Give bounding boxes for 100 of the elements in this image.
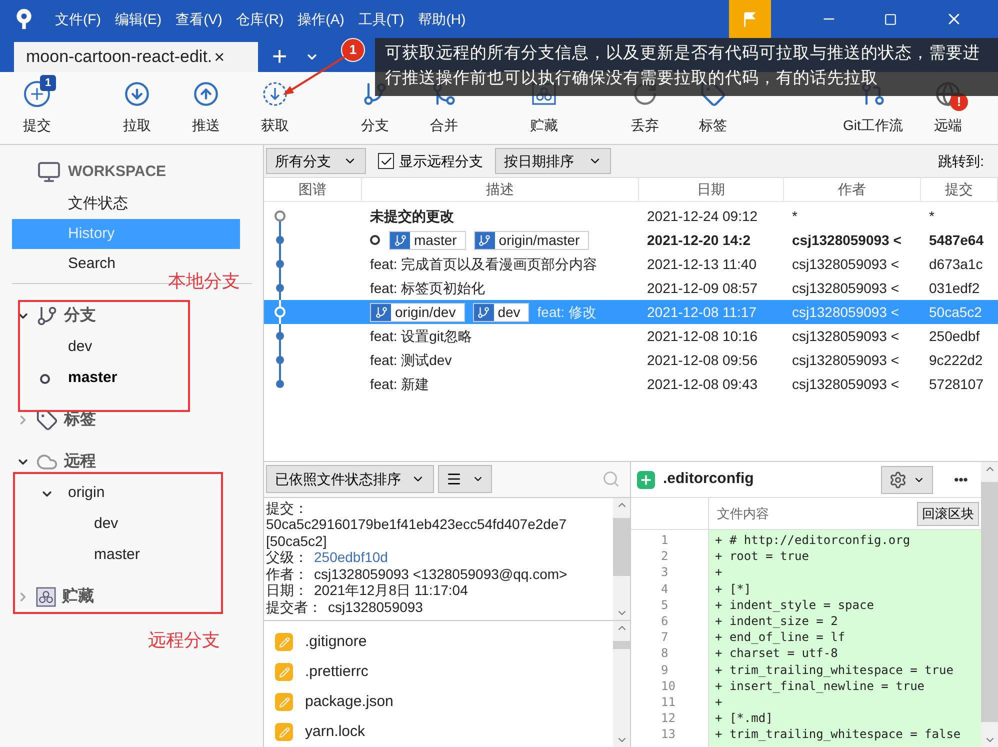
tab-close[interactable]: × bbox=[214, 44, 225, 70]
remote-branch-item[interactable]: dev bbox=[94, 513, 118, 536]
settings-dropdown[interactable] bbox=[881, 466, 933, 494]
show-remote-checkbox[interactable]: 显示远程分支 bbox=[378, 150, 483, 172]
menu-item[interactable]: 工具(T) bbox=[358, 8, 404, 30]
commit-author: csj1328059093 < bbox=[791, 374, 900, 394]
repo-tab[interactable]: moon-cartoon-react-edit.× bbox=[14, 42, 258, 72]
branch-icon bbox=[374, 306, 388, 318]
detail-label: 父级： bbox=[266, 549, 308, 566]
jump-to-label: 跳转到: bbox=[938, 152, 984, 170]
commit-date: 2021-12-08 09:56 bbox=[646, 350, 759, 370]
file-item[interactable]: yarn.lock bbox=[305, 720, 366, 744]
tag-icon bbox=[36, 409, 58, 431]
commit-author: csj1328059093 < bbox=[791, 326, 900, 346]
file-item[interactable]: package.json bbox=[305, 690, 394, 714]
column-header[interactable]: 图谱 bbox=[264, 178, 362, 201]
more-button[interactable]: ••• bbox=[941, 470, 981, 490]
tab-title: moon-cartoon-react-edit. bbox=[26, 46, 212, 68]
scrollbar-thumb[interactable] bbox=[613, 518, 630, 576]
menu-item[interactable]: 编辑(E) bbox=[114, 8, 162, 30]
branch-label: master bbox=[389, 230, 466, 250]
toolbar-button[interactable]: 提交 bbox=[23, 114, 51, 136]
maximize-icon[interactable] bbox=[884, 12, 897, 26]
section-heading[interactable]: 贮藏 bbox=[62, 585, 94, 609]
file-item[interactable]: .gitignore bbox=[305, 630, 367, 654]
column-header[interactable]: 描述 bbox=[362, 178, 639, 201]
count-badge: 1 bbox=[40, 74, 56, 91]
line-number: 3 bbox=[660, 564, 670, 581]
toolbar-button[interactable]: 拉取 bbox=[123, 114, 151, 136]
detail-value: 50ca5c29160179be1f41eb423ecc54fd407e2de7 bbox=[266, 516, 568, 533]
diff-line: + # http://editorconfig.org bbox=[714, 532, 912, 548]
scrollbar[interactable] bbox=[613, 621, 630, 747]
commit-row[interactable]: master origin/master 2021-12-20 14:2 csj1328059093 < 5487e64 bbox=[264, 228, 998, 252]
remote-branch-item[interactable]: master bbox=[94, 544, 140, 567]
commit-row[interactable]: feat: 标签页初始化 2021-12-09 08:57 csj1328059093 < 031edf2 bbox=[264, 276, 998, 300]
modified-icon bbox=[275, 633, 293, 651]
scrollbar[interactable] bbox=[981, 462, 998, 747]
section-heading[interactable]: 标签 bbox=[64, 408, 96, 432]
branch-item[interactable]: master bbox=[68, 367, 118, 390]
scrollbar[interactable] bbox=[613, 498, 630, 620]
column-header[interactable]: 提交 bbox=[921, 178, 998, 201]
commit-hash: 250edbf bbox=[928, 326, 981, 346]
branch-icon bbox=[36, 305, 58, 327]
commit-date: 2021-12-20 14:2 bbox=[646, 230, 752, 250]
commit-row[interactable]: feat: 完成首页以及看漫画页部分内容 2021-12-13 11:40 csj1328059093 < d673a1c bbox=[264, 252, 998, 276]
sort-dropdown[interactable]: 按日期排序 bbox=[495, 148, 611, 174]
menu-item[interactable]: 仓库(R) bbox=[236, 8, 284, 30]
parent-link[interactable]: 250edbf10d bbox=[314, 549, 388, 566]
column-header[interactable]: 作者 bbox=[784, 178, 921, 201]
view-mode-dropdown[interactable] bbox=[438, 465, 492, 494]
file-sort-dropdown[interactable]: 已依照文件状态排序 bbox=[266, 465, 434, 494]
file-item[interactable]: .prettierrc bbox=[305, 660, 368, 684]
toolbar-button[interactable]: 标签 bbox=[699, 114, 727, 136]
branch-item[interactable]: dev bbox=[68, 336, 92, 359]
checkbox[interactable] bbox=[378, 153, 394, 169]
section-heading[interactable]: 远程 bbox=[64, 450, 96, 474]
commit-hash: 5487e64 bbox=[928, 230, 985, 250]
toolbar-button[interactable]: 推送 bbox=[192, 114, 220, 136]
search-icon[interactable] bbox=[602, 470, 620, 488]
section-heading[interactable]: 分支 bbox=[64, 304, 96, 328]
modified-icon bbox=[275, 723, 293, 741]
flag-button[interactable] bbox=[728, 0, 771, 38]
line-number: 13 bbox=[660, 726, 676, 743]
commit-row[interactable]: 未提交的更改 2021-12-24 09:12 * * bbox=[264, 204, 998, 228]
workspace-item[interactable]: 文件状态 bbox=[12, 189, 240, 219]
scrollbar-thumb[interactable] bbox=[613, 641, 630, 649]
commit-author: csj1328059093 < bbox=[791, 350, 900, 370]
toolbar-button[interactable]: 丢弃 bbox=[631, 114, 659, 136]
commit-row[interactable]: feat: 测试dev 2021-12-08 09:56 csj1328059093 < 9c222d2 bbox=[264, 348, 998, 372]
new-tab-button[interactable]: + bbox=[272, 42, 288, 72]
scrollbar-thumb[interactable] bbox=[981, 482, 998, 722]
column-header[interactable]: 日期 bbox=[639, 178, 784, 201]
toolbar-button[interactable]: 合并 bbox=[430, 114, 458, 136]
detail-label: 提交： bbox=[266, 500, 309, 516]
commit-date: 2021-12-08 09:43 bbox=[646, 374, 759, 394]
commit-hash: 031edf2 bbox=[928, 278, 981, 298]
modified-icon bbox=[275, 693, 293, 711]
line-number: 9 bbox=[660, 662, 670, 678]
menu-item[interactable]: 帮助(H) bbox=[418, 8, 466, 30]
branch-filter-dropdown[interactable]: 所有分支 bbox=[266, 148, 366, 174]
stash-icon bbox=[36, 587, 56, 607]
diff-file-name: .editorconfig bbox=[663, 469, 754, 490]
toolbar-button[interactable]: 分支 bbox=[361, 114, 389, 136]
diff-header: 文件内容 bbox=[717, 504, 769, 523]
menu-item[interactable]: 操作(A) bbox=[298, 8, 344, 30]
toolbar-button[interactable]: Git工作流 bbox=[843, 114, 903, 136]
revert-hunk-button[interactable]: 回滚区块 bbox=[917, 502, 979, 526]
toolbar-button[interactable]: 远端 bbox=[934, 114, 962, 136]
commit-description: feat: 测试dev bbox=[370, 350, 452, 370]
menu-item[interactable]: 文件(F) bbox=[55, 8, 101, 30]
toolbar-button[interactable]: 获取 bbox=[261, 114, 289, 136]
commit-author: * bbox=[791, 206, 798, 226]
branch-item[interactable]: origin bbox=[68, 482, 105, 505]
commit-row[interactable]: origin/dev dev feat: 修改 2021-12-08 11:17 csj1328059093 < 50ca5c2 bbox=[264, 300, 998, 324]
detail-value: csj1328059093 bbox=[328, 598, 423, 616]
toolbar-button[interactable]: 贮藏 bbox=[530, 114, 558, 136]
commit-row[interactable]: feat: 新建 2021-12-08 09:43 csj1328059093 < 5728107 bbox=[264, 372, 998, 396]
commit-hash: 50ca5c2 bbox=[928, 302, 983, 322]
menu-item[interactable]: 查看(V) bbox=[176, 8, 222, 30]
commit-row[interactable]: feat: 设置git忽略 2021-12-08 10:16 csj1328059093 < 250edbf bbox=[264, 324, 998, 348]
